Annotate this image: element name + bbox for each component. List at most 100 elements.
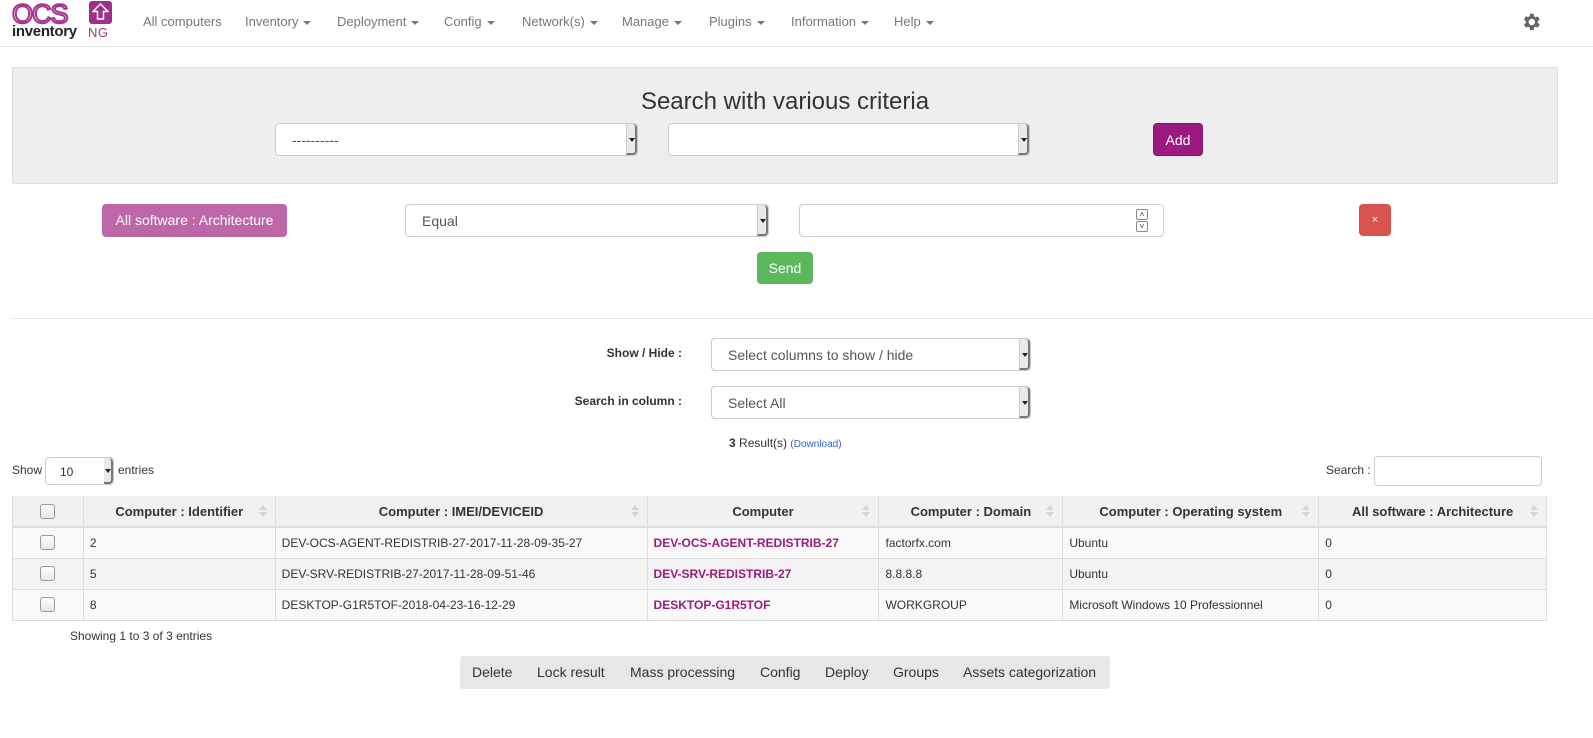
ocs-inventory-logo[interactable]: OCS inventory NG	[11, 0, 116, 41]
action-groups[interactable]: Groups	[893, 664, 939, 680]
add-criterion-button[interactable]: Add	[1153, 123, 1203, 156]
nav-inventory[interactable]: Inventory	[245, 14, 312, 29]
cell-os: Microsoft Windows 10 Professionnel	[1062, 588, 1320, 621]
caret-down-icon	[589, 20, 598, 25]
send-button[interactable]: Send	[757, 252, 813, 284]
table-search-input[interactable]	[1374, 456, 1542, 486]
remove-criterion-button[interactable]: ×	[1359, 204, 1391, 236]
action-lock-result[interactable]: Lock result	[537, 664, 605, 680]
caret-down-icon	[411, 20, 420, 25]
show-hide-columns-select[interactable]: Select columns to show / hide	[711, 338, 1031, 371]
column-header[interactable]: Computer : Domain	[878, 496, 1064, 528]
nav-help[interactable]: Help	[894, 14, 934, 29]
action-delete[interactable]: Delete	[472, 664, 512, 680]
search-in-column-select[interactable]: Select All	[711, 386, 1031, 419]
cell-architecture: 0	[1318, 526, 1547, 559]
criterion-value-input[interactable]: ˄ ˅	[799, 204, 1164, 237]
download-link[interactable]: (Download)	[790, 439, 841, 450]
search-in-column-label: Search in column :	[574, 394, 682, 408]
table-search-label: Search :	[1326, 463, 1371, 477]
nav-all-computers[interactable]: All computers	[143, 14, 222, 29]
nav-config[interactable]: Config	[444, 14, 495, 29]
sort-icon[interactable]	[862, 505, 871, 519]
spin-up-icon[interactable]: ˄	[1136, 209, 1148, 220]
sort-icon[interactable]	[258, 505, 267, 519]
cell-computer: DEV-SRV-REDISTRIB-27	[646, 557, 880, 590]
nav-label: Deployment	[337, 14, 407, 29]
cell-computer: DEV-OCS-AGENT-REDISTRIB-27	[646, 526, 880, 559]
logo-inventory-text: inventory	[12, 23, 77, 40]
select-value: 10	[60, 465, 74, 479]
row-select-cell	[12, 588, 84, 621]
computer-link[interactable]: DEV-OCS-AGENT-REDISTRIB-27	[654, 536, 839, 550]
column-header-label: Computer : Identifier	[115, 503, 244, 519]
cell-identifier: 2	[82, 526, 276, 559]
caret-down-icon	[673, 20, 682, 25]
show-hide-label: Show / Hide :	[606, 346, 682, 360]
select-value: ----------	[292, 132, 339, 148]
action-assets-categorization[interactable]: Assets categorization	[963, 664, 1096, 680]
row-checkbox[interactable]	[40, 535, 56, 551]
sort-icon[interactable]	[1530, 505, 1538, 519]
column-header[interactable]: Computer : IMEI/DEVICEID	[274, 496, 648, 528]
entries-label: entries	[118, 463, 155, 477]
select-all-checkbox[interactable]	[40, 504, 56, 520]
cell-deviceid: DESKTOP-G1R5TOF-2018-04-23-16-12-29	[274, 588, 648, 621]
action-config[interactable]: Config	[760, 664, 800, 680]
panel-title: Search with various criteria	[640, 88, 930, 115]
dropdown-arrow-icon	[1019, 339, 1030, 370]
sort-icon[interactable]	[630, 505, 639, 519]
caret-down-icon	[861, 20, 870, 25]
cell-identifier: 8	[82, 588, 276, 621]
row-select-cell	[12, 557, 84, 590]
nav-label: Config	[444, 14, 482, 29]
criteria-subfield-select[interactable]	[668, 123, 1030, 156]
table-info: Showing 1 to 3 of 3 entries	[70, 629, 213, 643]
action-deploy[interactable]: Deploy	[825, 664, 869, 680]
computer-link[interactable]: DEV-SRV-REDISTRIB-27	[654, 567, 792, 581]
sort-icon[interactable]	[1046, 505, 1055, 519]
column-header-label: Computer : Domain	[910, 503, 1032, 519]
column-header[interactable]: All software : Architecture	[1318, 496, 1547, 528]
top-navbar: OCS inventory NG All computers Inventory…	[0, 0, 1593, 47]
dropdown-arrow-icon	[104, 458, 113, 484]
table-row: 8 DESKTOP-G1R5TOF-2018-04-23-16-12-29 DE…	[12, 588, 1547, 621]
cell-os: Ubuntu	[1062, 557, 1320, 590]
column-header[interactable]: Computer : Identifier	[82, 496, 276, 528]
cell-architecture: 0	[1318, 557, 1547, 590]
number-spinner[interactable]: ˄ ˅	[1136, 209, 1148, 233]
row-checkbox[interactable]	[40, 566, 56, 582]
divider	[12, 318, 1593, 319]
caret-down-icon	[756, 20, 765, 25]
dropdown-arrow-icon	[757, 205, 768, 236]
nav-label: Network(s)	[522, 14, 585, 29]
nav-information[interactable]: Information	[791, 14, 870, 29]
nav-label: Inventory	[245, 14, 299, 29]
cell-architecture: 0	[1318, 588, 1547, 621]
column-header[interactable]: Computer : Operating system	[1062, 496, 1320, 528]
computer-link[interactable]: DESKTOP-G1R5TOF	[654, 598, 771, 612]
result-count: 3 Result(s) (Download)	[729, 436, 842, 450]
page-size-select[interactable]: 10	[45, 457, 114, 485]
operator-select[interactable]: Equal	[405, 204, 769, 237]
nav-networks[interactable]: Network(s)	[522, 14, 598, 29]
nav-plugins[interactable]: Plugins	[709, 14, 765, 29]
spin-down-icon[interactable]: ˅	[1136, 221, 1148, 232]
dropdown-arrow-icon	[626, 124, 637, 155]
column-header-label: Computer : Operating system	[1099, 503, 1283, 519]
cell-computer: DESKTOP-G1R5TOF	[646, 588, 880, 621]
criteria-field-select[interactable]: ----------	[275, 123, 638, 156]
result-count-number: 3	[729, 436, 736, 450]
nav-manage[interactable]: Manage	[622, 14, 682, 29]
action-mass-processing[interactable]: Mass processing	[630, 664, 735, 680]
select-placeholder: Select columns to show / hide	[728, 347, 914, 363]
cell-identifier: 5	[82, 557, 276, 590]
dropdown-arrow-icon	[1018, 124, 1029, 155]
logo-ng-text: NG	[88, 25, 109, 40]
table-row: 5 DEV-SRV-REDISTRIB-27-2017-11-28-09-51-…	[12, 557, 1547, 590]
sort-icon[interactable]	[1302, 505, 1311, 519]
gear-icon[interactable]	[1520, 11, 1542, 33]
row-checkbox[interactable]	[40, 597, 56, 613]
column-header[interactable]: Computer	[646, 496, 880, 528]
nav-deployment[interactable]: Deployment	[337, 14, 420, 29]
